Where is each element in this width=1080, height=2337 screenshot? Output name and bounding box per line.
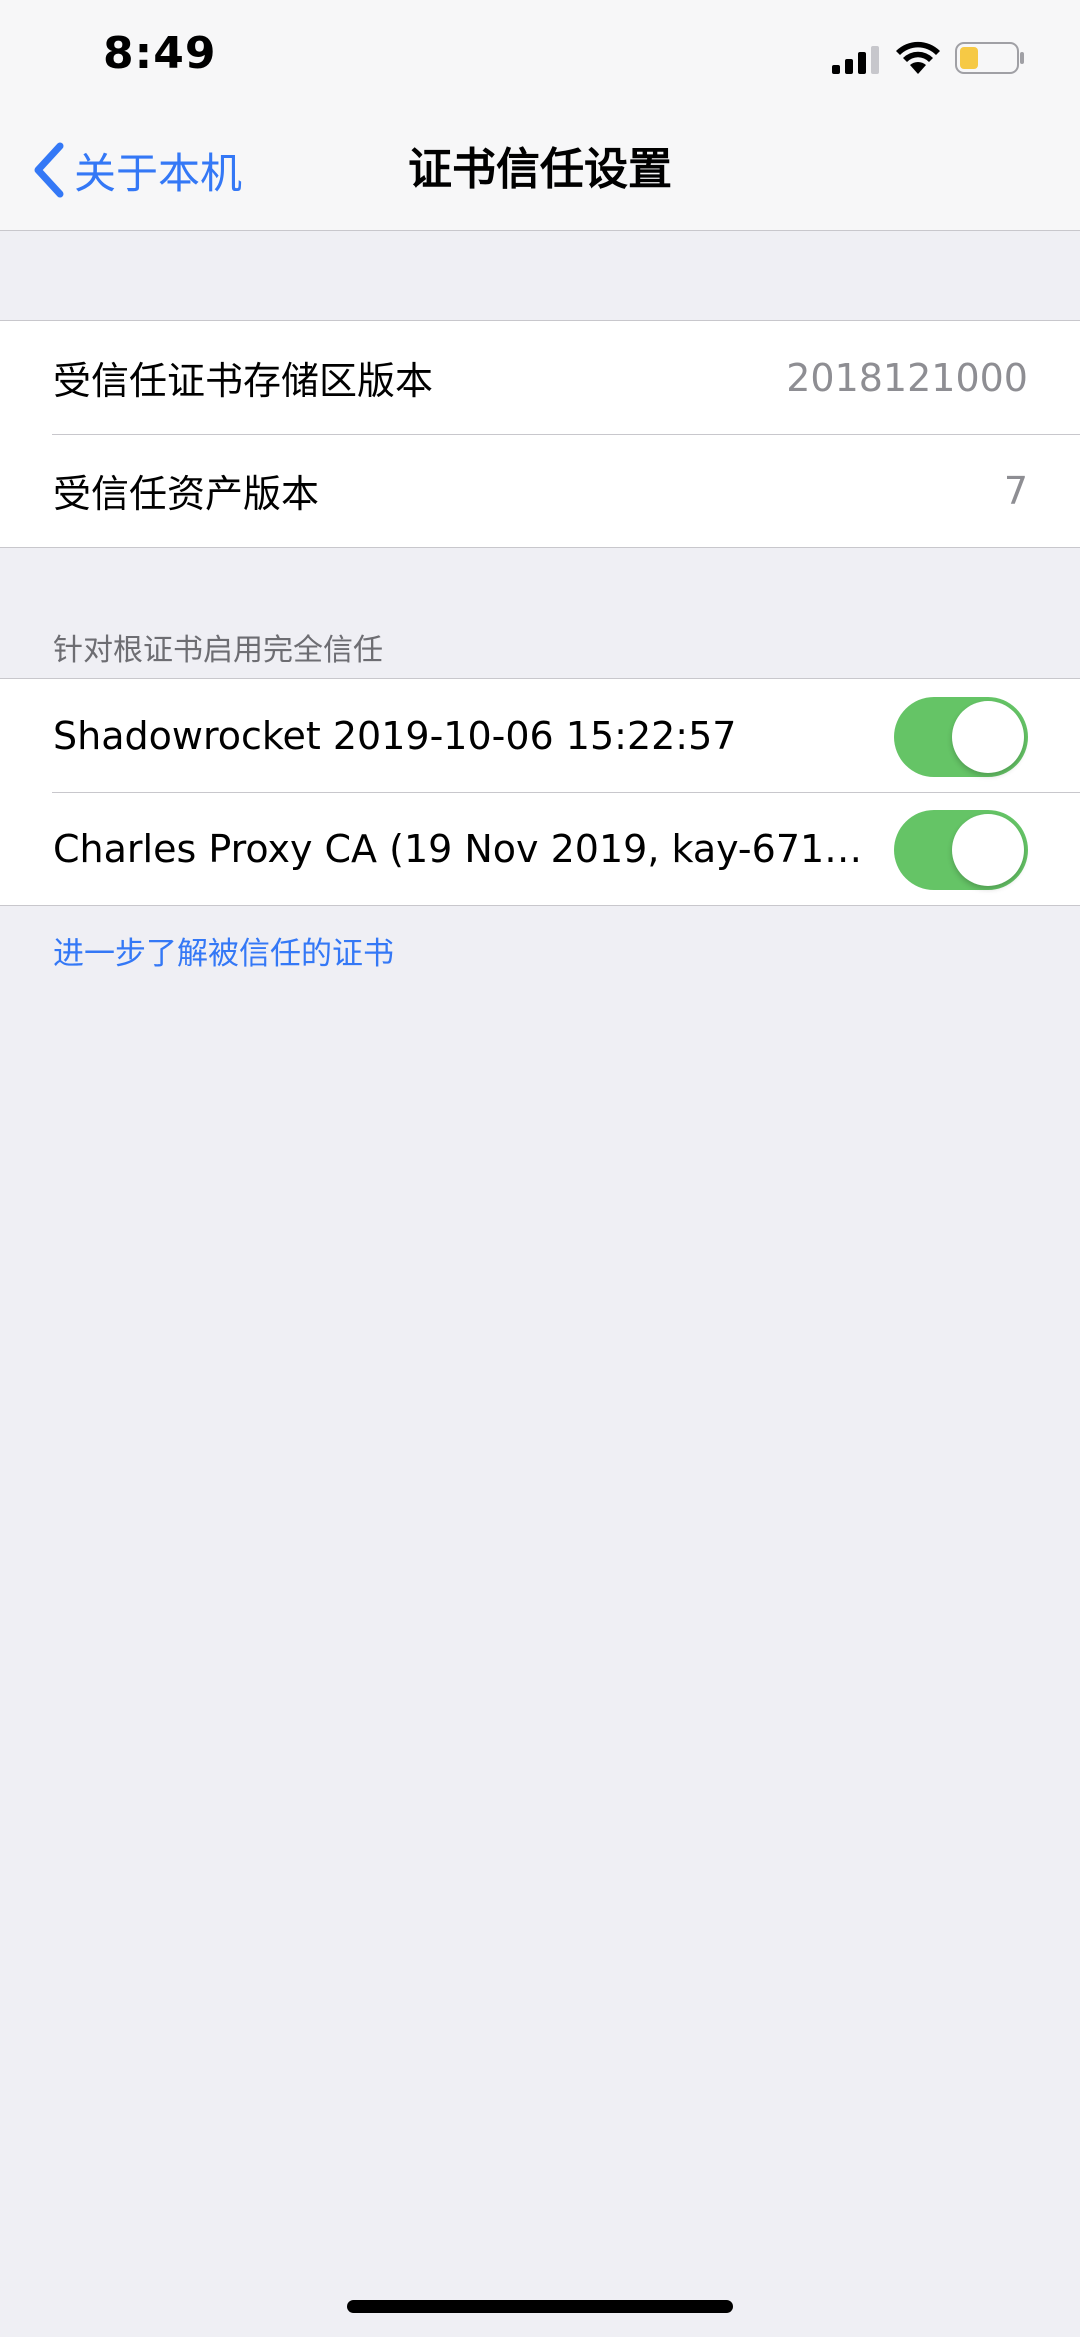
navigation-bar: 关于本机 证书信任设置	[0, 110, 1080, 231]
charles-cert-label: Charles Proxy CA (19 Nov 2019, kay-671.l…	[53, 826, 873, 871]
list-item-trust-store-version: 受信任证书存储区版本 2018121000	[0, 321, 1080, 434]
trust-asset-version-value: 7	[1003, 468, 1028, 513]
trust-store-version-value: 2018121000	[786, 355, 1028, 400]
root-cert-group: Shadowrocket 2019-10-06 15:22:57 Charles…	[0, 678, 1080, 906]
page-title: 证书信任设置	[408, 144, 672, 195]
shadowrocket-trust-toggle[interactable]	[894, 697, 1028, 777]
cellular-signal-icon	[832, 46, 879, 74]
charles-trust-toggle[interactable]	[894, 810, 1028, 890]
list-item-trust-asset-version: 受信任资产版本 7	[0, 434, 1080, 547]
wifi-icon	[896, 41, 940, 74]
battery-low-icon	[955, 42, 1024, 74]
trust-store-group: 受信任证书存储区版本 2018121000 受信任资产版本 7	[0, 320, 1080, 548]
list-item-shadowrocket-cert: Shadowrocket 2019-10-06 15:22:57	[0, 679, 1080, 792]
trust-store-version-label: 受信任证书存储区版本	[53, 359, 434, 403]
status-time: 8:49	[103, 28, 217, 79]
trust-asset-version-label: 受信任资产版本	[53, 472, 320, 516]
toggle-knob	[952, 701, 1024, 773]
toggle-knob	[952, 814, 1024, 886]
home-indicator[interactable]	[347, 2300, 733, 2313]
shadowrocket-cert-label: Shadowrocket 2019-10-06 15:22:57	[53, 713, 737, 758]
root-cert-section-header: 针对根证书启用完全信任	[53, 633, 383, 668]
list-item-charles-cert: Charles Proxy CA (19 Nov 2019, kay-671.l…	[0, 792, 1080, 905]
status-bar: 8:49	[0, 0, 1080, 110]
learn-more-link[interactable]: 进一步了解被信任的证书	[53, 928, 394, 973]
